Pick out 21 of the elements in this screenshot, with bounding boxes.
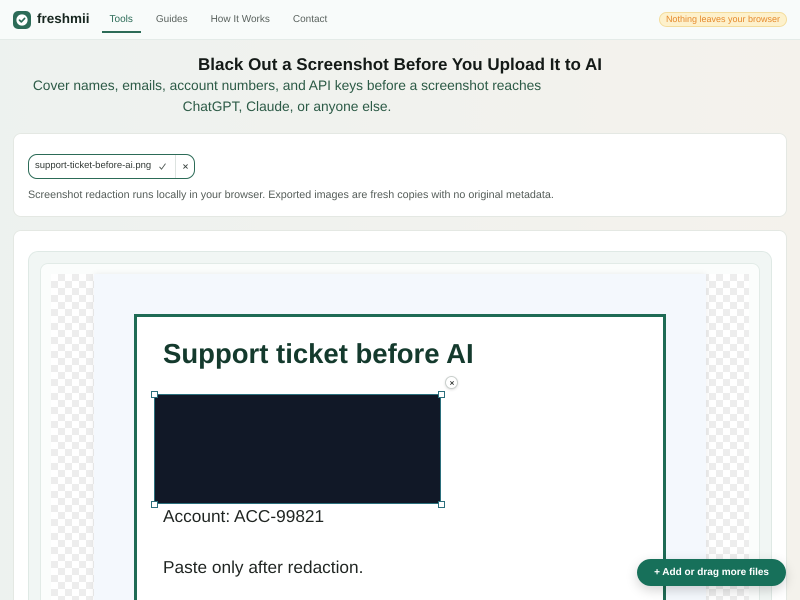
document-text: Account: ACC-99821 — [163, 506, 324, 526]
resize-handle[interactable] — [438, 390, 444, 398]
privacy-badge: Nothing leaves your browser — [658, 12, 787, 27]
page-subtitle: Cover names, emails, account numbers, and API keys before a screenshot reaches ChatGPT, Claude, or anyone else. — [32, 77, 542, 116]
brand-name[interactable]: freshmii — [37, 9, 90, 30]
document-text: Paste only after redaction. — [163, 557, 364, 577]
logo-icon[interactable] — [13, 10, 31, 28]
nav-link[interactable]: Guides — [148, 7, 196, 33]
close-icon — [450, 380, 454, 384]
nav-link[interactable]: Contact — [284, 7, 336, 33]
add-files-button[interactable]: + Add or drag more files — [637, 559, 786, 586]
resize-handle[interactable] — [150, 390, 158, 398]
nav-link[interactable]: How It Works — [202, 7, 278, 33]
privacy-note: Screenshot redaction runs locally in your browser. Exported images are fresh copies with no original metadata. — [28, 188, 554, 202]
remove-redaction-button[interactable] — [445, 376, 458, 389]
resize-handle[interactable] — [150, 500, 158, 508]
page-title: Black Out a Screenshot Before You Upload It to AI — [198, 55, 602, 75]
close-icon — [182, 164, 188, 169]
nav-link[interactable]: Tools — [102, 7, 141, 33]
file-name: support-ticket-before-ai.png — [34, 159, 152, 174]
document-heading: Support ticket before AI — [163, 338, 474, 370]
